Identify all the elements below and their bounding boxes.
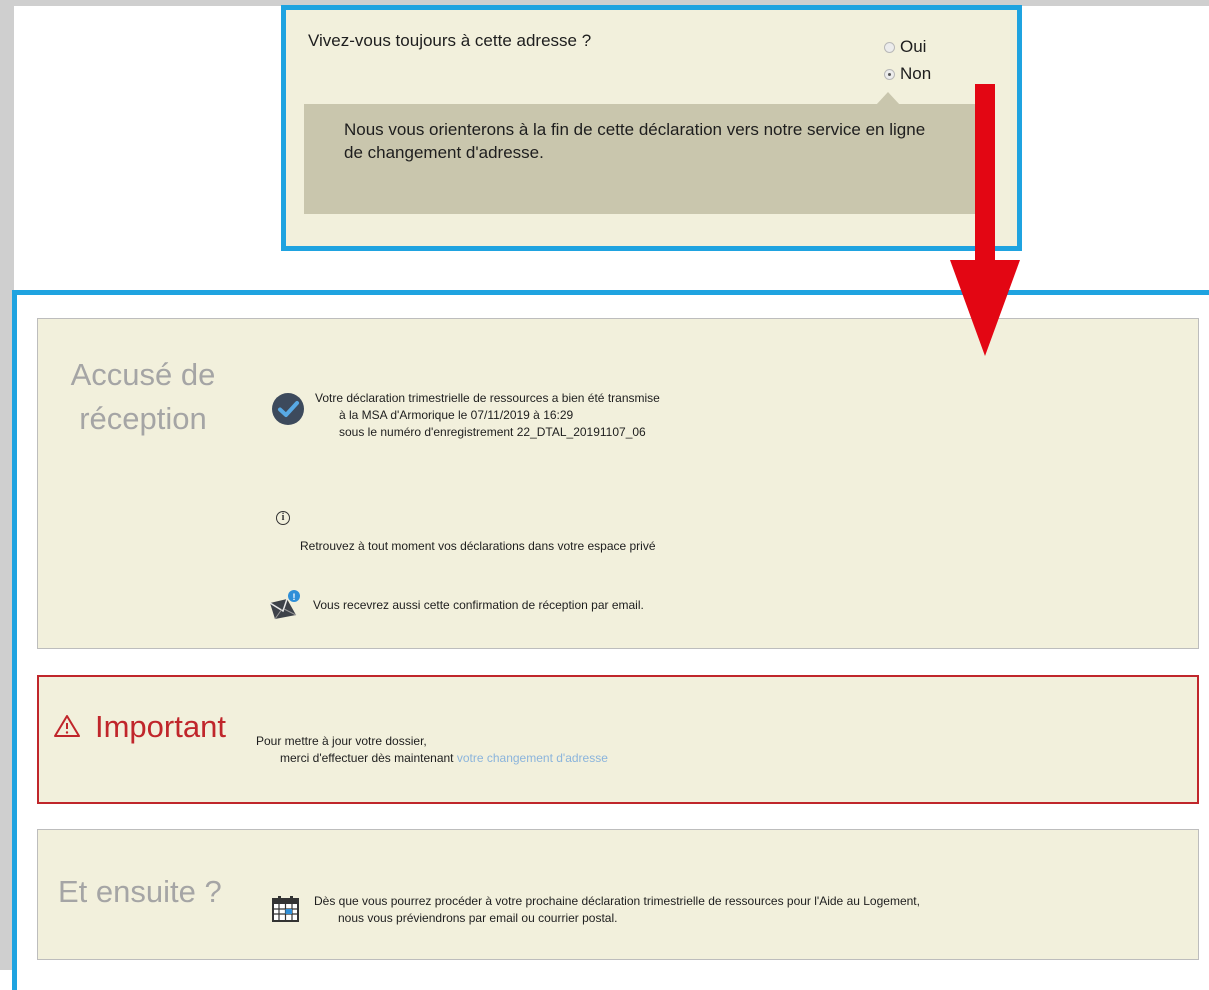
next-line-2: nous vous préviendrons par email ou cour… — [338, 911, 618, 925]
address-question-label: Vivez-vous toujours à cette adresse ? — [308, 31, 592, 50]
address-change-info-text: Nous vous orienterons à la fin de cette … — [344, 120, 926, 162]
next-steps-title: Et ensuite ? — [58, 874, 222, 909]
important-line-2-prefix: merci d'effectuer dès maintenant — [280, 751, 457, 765]
down-arrow-icon — [950, 84, 1020, 356]
info-icon: i — [276, 511, 290, 525]
check-circle-icon — [272, 393, 304, 425]
radio-non-label: Non — [900, 64, 932, 83]
radio-oui-label: Oui — [900, 37, 927, 56]
important-line-1: Pour mettre à jour votre dossier, — [256, 734, 427, 748]
radio-non[interactable]: Non — [884, 64, 931, 84]
warning-icon — [54, 715, 80, 737]
important-line-2: merci d'effectuer dès maintenant votre c… — [256, 750, 608, 767]
receipt-line-3: sous le numéro d'enregistrement 22_DTAL_… — [339, 425, 646, 439]
important-message: Pour mettre à jour votre dossier, merci … — [256, 733, 608, 767]
receipt-line-2: à la MSA d'Armorique le 07/11/2019 à 16:… — [339, 408, 574, 422]
calendar-icon — [272, 896, 299, 922]
address-change-info-bubble: Nous vous orienterons à la fin de cette … — [304, 104, 976, 214]
next-steps-text: Dès que vous pourrez procéder à votre pr… — [314, 893, 920, 927]
receipt-title: Accusé de réception — [70, 357, 216, 436]
next-line-1: Dès que vous pourrez procéder à votre pr… — [314, 894, 920, 908]
important-box: Important Pour mettre à jour votre dossi… — [37, 675, 1199, 804]
radio-non-circle[interactable] — [884, 68, 895, 80]
receipt-confirmation-text: Votre déclaration trimestrielle de resso… — [315, 390, 660, 441]
mail-notification-icon: ! — [269, 590, 300, 620]
email-confirmation-text: Vous recevrez aussi cette confirmation d… — [313, 598, 644, 612]
receipt-line-1: Votre déclaration trimestrielle de resso… — [315, 391, 660, 405]
receipt-box: Accusé de réception Votre déclaration tr… — [37, 318, 1199, 649]
address-change-link[interactable]: votre changement d'adresse — [457, 751, 608, 765]
next-steps-box: Et ensuite ? Dès que vous pourrez procéd… — [37, 829, 1199, 960]
address-question-panel: Vivez-vous toujours à cette adresse ? Ou… — [281, 5, 1022, 251]
private-space-text: Retrouvez à tout moment vos déclarations… — [300, 539, 656, 553]
radio-oui[interactable]: Oui — [884, 37, 926, 57]
important-title: Important — [95, 709, 226, 744]
radio-oui-circle[interactable] — [884, 41, 895, 53]
svg-text:!: ! — [293, 592, 296, 602]
